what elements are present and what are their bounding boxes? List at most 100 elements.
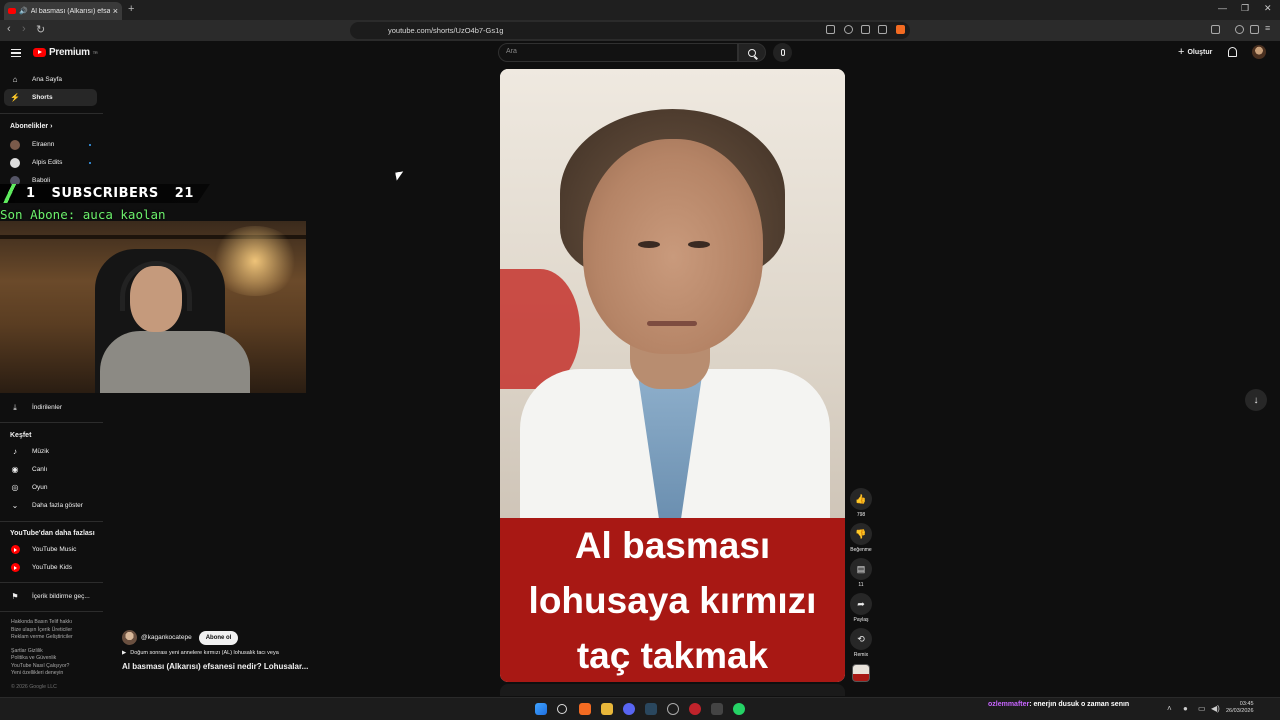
restore-icon[interactable]: ❐ [1241, 3, 1249, 14]
next-short-preview[interactable] [500, 684, 845, 696]
search-button[interactable] [738, 43, 766, 62]
sidebar-item-shorts[interactable]: ⚡ Shorts [4, 89, 97, 106]
zoom-icon[interactable] [844, 25, 853, 34]
reload-icon[interactable]: ↻ [36, 23, 45, 36]
file-explorer-icon[interactable] [601, 703, 613, 715]
video-description[interactable]: ▶ Doğum sonrası yeni annelere kırmızı (A… [122, 650, 279, 656]
tray-network-icon[interactable]: ▭ [1198, 704, 1206, 713]
sidebar-item-elraenn[interactable]: Elraenn [4, 136, 97, 153]
tray-volume-icon[interactable]: ◀) [1211, 704, 1220, 713]
youtube-kids-icon [10, 563, 20, 572]
sidebar-item-label: Daha fazla göster [32, 502, 83, 509]
back-icon[interactable]: ‹ [7, 23, 11, 35]
share-arrow-icon: ➦ [850, 593, 872, 615]
subscribe-button[interactable]: Abone ol [198, 630, 239, 645]
sidebar-divider [0, 113, 103, 114]
brave-browser-icon[interactable] [579, 703, 591, 715]
sidebar-item-gaming[interactable]: ◎ Oyun [4, 479, 97, 496]
notifications-bell-icon[interactable] [1228, 47, 1237, 57]
sidebar-item-downloads[interactable]: ⤓ İndirilenler [4, 399, 97, 416]
windows-start-icon[interactable] [535, 703, 547, 715]
translate-icon[interactable] [826, 25, 835, 34]
channel-name[interactable]: @kagankocatepe [141, 634, 192, 641]
mouse-cursor-icon [395, 171, 405, 181]
extensions-icon[interactable] [1250, 25, 1259, 34]
app-icon[interactable] [667, 703, 679, 715]
flag-icon: ⚑ [11, 592, 19, 601]
channel-avatar[interactable] [122, 630, 137, 645]
like-button[interactable]: 👍 798 [849, 488, 873, 518]
video-title[interactable]: Al basması (Alkarısı) efsanesi nedir? Lo… [122, 662, 308, 671]
footer-links[interactable]: Hakkında Basın Telif hakkı Bize ulaşın İ… [11, 619, 73, 691]
sidebar-item-label: İndirilenler [32, 404, 62, 411]
footer-line[interactable]: Bize ulaşın İçerik Üreticiler [11, 627, 73, 635]
sidebar-item-label: Alpis Edits [32, 159, 63, 166]
taskbar-search-icon[interactable] [557, 704, 567, 714]
account-avatar[interactable] [1252, 45, 1266, 59]
minimize-icon[interactable]: — [1218, 3, 1227, 13]
sound-thumbnail[interactable] [852, 664, 870, 682]
sidebar-item-alpis-edits[interactable]: Alpis Edits [4, 154, 97, 171]
share-button[interactable]: ➦ Paylaş [849, 593, 873, 623]
new-tab-button[interactable]: + [128, 3, 134, 15]
sidebar-item-label: Ana Sayfa [32, 76, 62, 83]
sidebar-item-youtube-music[interactable]: YouTube Music [4, 541, 97, 558]
overlay-slash-graphic [0, 184, 18, 203]
music-note-icon: ♪ [13, 447, 17, 456]
youtube-favicon-icon [8, 8, 16, 14]
comment-count: 11 [858, 582, 864, 588]
subscriptions-heading-label: Abonelikler [10, 123, 49, 130]
search-input[interactable]: Ara [498, 43, 738, 62]
close-tab-icon[interactable]: × [113, 6, 118, 16]
whatsapp-icon[interactable] [733, 703, 745, 715]
tray-mic-icon[interactable]: ● [1183, 704, 1188, 713]
sidebar-item-report-history[interactable]: ⚑ İçerik bildirme geç... [4, 588, 97, 605]
comments-button[interactable]: ▤ 11 [849, 558, 873, 588]
next-video-button[interactable]: ↓ [1245, 389, 1267, 411]
footer-line[interactable]: Politika ve Güvenlik [11, 655, 73, 663]
obs-icon[interactable] [711, 703, 723, 715]
sidebar-toggle-icon[interactable] [1211, 25, 1220, 34]
browser-menu-icon[interactable]: ≡ [1265, 23, 1270, 33]
voice-search-button[interactable] [773, 43, 792, 62]
remix-button[interactable]: ⟲ Remix [849, 628, 873, 658]
footer-line[interactable]: YouTube Nasıl Çalışıyor? [11, 663, 73, 671]
short-video-player[interactable]: Al basması lohusaya kırmızı taç takmak [500, 69, 845, 682]
thumbs-up-icon: 👍 [850, 488, 872, 510]
footer-line[interactable]: Reklam verme Geliştiriciler [11, 634, 73, 642]
sidebar-item-youtube-kids[interactable]: YouTube Kids [4, 559, 97, 576]
subscriptions-heading[interactable]: Abonelikler › [10, 123, 52, 130]
footer-line[interactable]: Hakkında Basın Telif hakkı [11, 619, 73, 627]
close-window-icon[interactable]: ✕ [1264, 3, 1272, 14]
thumbs-down-icon: 👎 [850, 523, 872, 545]
create-label: Oluştur [1187, 48, 1213, 56]
youtube-logo[interactable]: Premium TR [33, 47, 98, 58]
steam-icon[interactable] [645, 703, 657, 715]
sidebar-item-home[interactable]: ⌂ Ana Sayfa [4, 71, 97, 88]
comment-icon: ▤ [850, 558, 872, 580]
system-clock[interactable]: 03:45 26/03/2026 [1226, 701, 1254, 715]
hamburger-menu-icon[interactable] [11, 49, 21, 57]
sidebar-divider [0, 582, 103, 583]
share-page-icon[interactable] [878, 25, 887, 34]
channel-avatar [10, 139, 20, 150]
caption-line: Al basması [574, 524, 771, 566]
footer-line[interactable]: Yeni özellikleri deneyin [11, 670, 73, 678]
footer-line[interactable]: Şartlar Gizlilik [11, 648, 73, 656]
sidebar-item-show-more[interactable]: ⌄ Daha fazla göster [4, 497, 97, 514]
description-text: Doğum sonrası yeni annelere kırmızı (AL)… [130, 650, 279, 656]
cast-icon[interactable] [861, 25, 870, 34]
media-icon[interactable] [1235, 25, 1244, 34]
forward-icon[interactable]: › [22, 23, 26, 35]
discord-icon[interactable] [623, 703, 635, 715]
brave-shield-icon[interactable] [896, 25, 905, 34]
create-button[interactable]: + Oluştur [1178, 46, 1212, 58]
opera-icon[interactable] [689, 703, 701, 715]
dislike-button[interactable]: 👎 Beğenme [849, 523, 873, 553]
subscriber-label: SUBSCRIBERS [51, 186, 159, 201]
chevron-down-icon: ⌄ [11, 501, 19, 510]
sidebar-item-live[interactable]: ◉ Canlı [4, 461, 97, 478]
sidebar-item-music[interactable]: ♪ Müzik [4, 443, 97, 460]
tray-chevron-up-icon[interactable]: ˄ [1167, 704, 1172, 713]
browser-tab[interactable]: 🔊 Al basması (Alkarısı) efsanesi × [4, 2, 122, 20]
